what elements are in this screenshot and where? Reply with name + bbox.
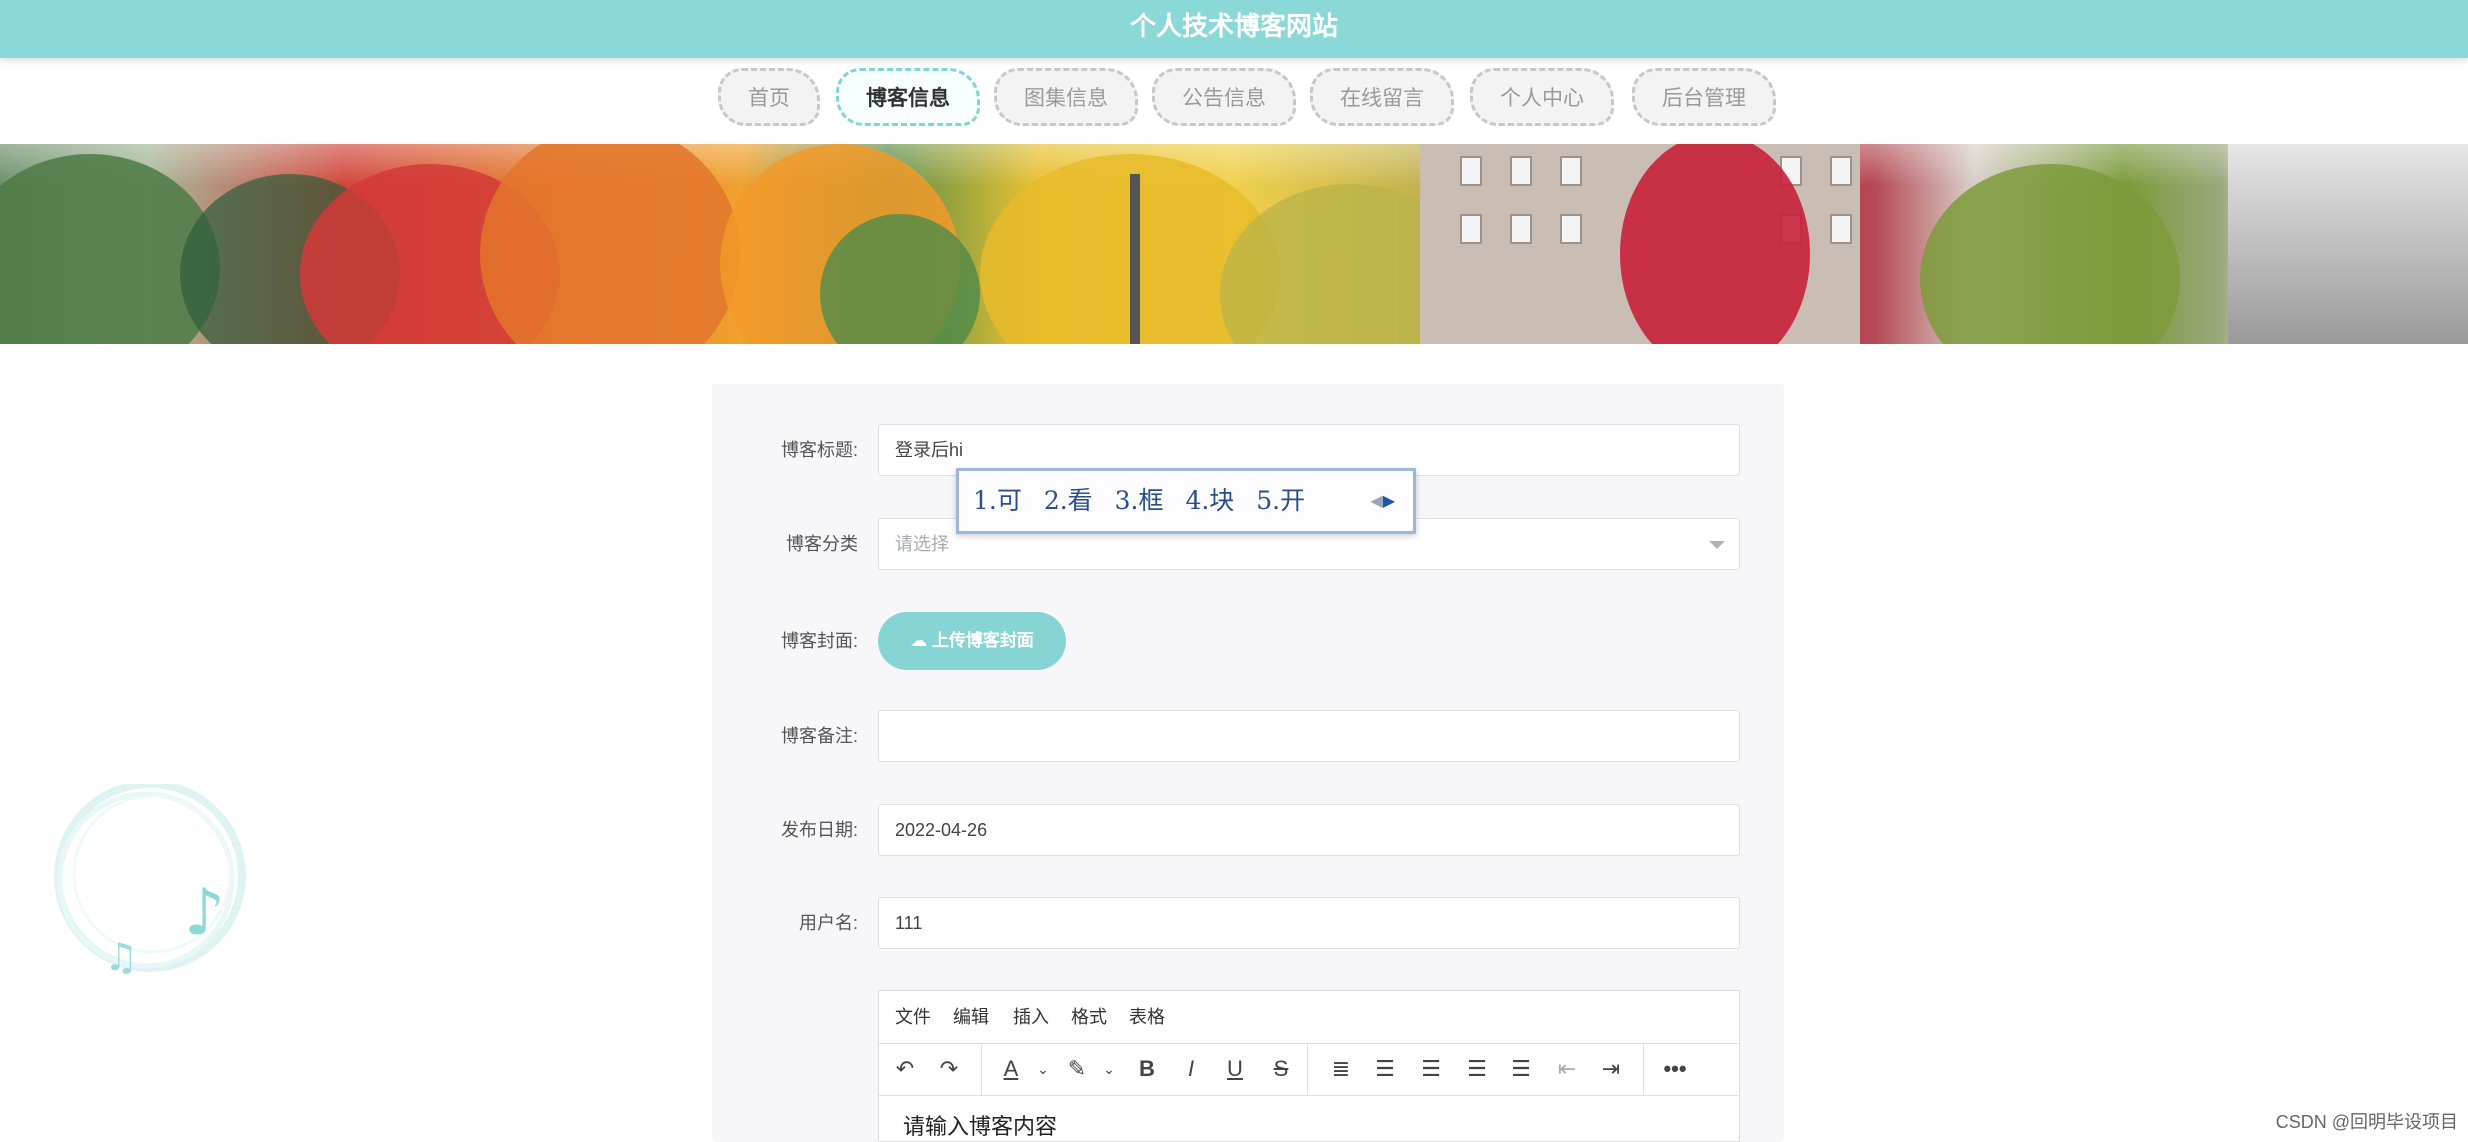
editor-menubar: 文件 编辑 插入 格式 表格 xyxy=(879,991,1739,1044)
rich-text-editor: 文件 编辑 插入 格式 表格 ↶ ↷ A ⌄ ✎ ⌄ B I U S ≣ ☰ ☰… xyxy=(878,990,1740,1142)
editor-toolbar: ↶ ↷ A ⌄ ✎ ⌄ B I U S ≣ ☰ ☰ ☰ ☰ ⇤ ⇥ ••• xyxy=(879,1043,1739,1096)
nav-online-message[interactable]: 在线留言 xyxy=(1310,68,1454,126)
ime-candidate[interactable]: 2.看 xyxy=(1044,486,1093,515)
nav-admin[interactable]: 后台管理 xyxy=(1632,68,1776,126)
strikethrough-icon[interactable]: S xyxy=(1263,1051,1299,1087)
menu-format[interactable]: 格式 xyxy=(1071,991,1107,1043)
cover-label: 博客封面: xyxy=(780,631,858,651)
indent-icon[interactable]: ⇥ xyxy=(1593,1051,1629,1087)
outdent-icon[interactable]: ⇤ xyxy=(1549,1051,1585,1087)
menu-file[interactable]: 文件 xyxy=(895,991,931,1043)
music-disc-icon: ♪ ♫ xyxy=(54,780,246,979)
nav-notice-info[interactable]: 公告信息 xyxy=(1152,68,1296,126)
upload-cover-label: 上传博客封面 xyxy=(931,631,1034,650)
font-color-icon[interactable]: A xyxy=(993,1051,1029,1087)
ime-page-arrows[interactable]: ◀▶ xyxy=(1370,471,1395,531)
caret-right-icon: ▶ xyxy=(1382,491,1395,510)
category-placeholder: 请选择 xyxy=(895,534,949,554)
site-header: 个人技术博客网站 xyxy=(0,0,2468,58)
ime-candidate[interactable]: 1.可 xyxy=(973,486,1022,515)
chevron-down-icon xyxy=(1709,541,1725,549)
nav-gallery-info[interactable]: 图集信息 xyxy=(994,68,1138,126)
upload-cover-button[interactable]: ☁ 上传博客封面 xyxy=(878,612,1066,670)
menu-edit[interactable]: 编辑 xyxy=(953,991,989,1043)
username-input[interactable]: 111 xyxy=(878,897,1740,949)
watermark: CSDN @回明毕设项目 xyxy=(2275,1112,2458,1132)
main-nav: 首页 博客信息 图集信息 公告信息 在线留言 个人中心 后台管理 xyxy=(0,66,2468,130)
editor-content[interactable]: 请输入博客内容 xyxy=(903,1109,1057,1141)
cloud-upload-icon: ☁ xyxy=(910,631,928,650)
align-left-icon[interactable]: ☰ xyxy=(1367,1051,1403,1087)
publish-date-input[interactable]: 2022-04-26 xyxy=(878,804,1740,856)
more-icon[interactable]: ••• xyxy=(1657,1051,1693,1087)
highlight-icon[interactable]: ✎ xyxy=(1059,1051,1095,1087)
chevron-down-icon[interactable]: ⌄ xyxy=(1091,1051,1127,1087)
ime-candidate-window: 1.可 2.看 3.框 4.块 5.开 ◀▶ xyxy=(956,468,1416,534)
underline-icon[interactable]: U xyxy=(1217,1051,1253,1087)
line-height-icon[interactable]: ≣ xyxy=(1323,1051,1359,1087)
title-label: 博客标题: xyxy=(780,440,858,460)
category-label: 博客分类 xyxy=(786,534,858,554)
username-label: 用户名: xyxy=(798,913,858,933)
ime-candidate[interactable]: 5.开 xyxy=(1256,486,1305,515)
redo-icon[interactable]: ↷ xyxy=(931,1051,967,1087)
ime-candidate[interactable]: 4.块 xyxy=(1185,486,1234,515)
align-right-icon[interactable]: ☰ xyxy=(1459,1051,1495,1087)
nav-home[interactable]: 首页 xyxy=(718,68,820,126)
site-title: 个人技术博客网站 xyxy=(1129,11,1338,41)
banner-image xyxy=(0,144,2468,344)
menu-insert[interactable]: 插入 xyxy=(1013,991,1049,1043)
remark-label: 博客备注: xyxy=(780,726,858,746)
music-notes-icon: ♫ xyxy=(104,935,138,979)
nav-blog-info[interactable]: 博客信息 xyxy=(836,68,980,126)
align-justify-icon[interactable]: ☰ xyxy=(1503,1051,1539,1087)
italic-icon[interactable]: I xyxy=(1173,1051,1209,1087)
menu-table[interactable]: 表格 xyxy=(1129,991,1165,1043)
bold-icon[interactable]: B xyxy=(1129,1051,1165,1087)
chevron-down-icon[interactable]: ⌄ xyxy=(1025,1051,1061,1087)
ime-candidate[interactable]: 3.框 xyxy=(1115,486,1164,515)
remark-input[interactable] xyxy=(878,710,1740,762)
align-center-icon[interactable]: ☰ xyxy=(1413,1051,1449,1087)
music-player-widget[interactable]: ♪ ♫ xyxy=(48,780,258,984)
caret-left-icon: ◀ xyxy=(1370,491,1383,510)
publish-date-label: 发布日期: xyxy=(780,820,858,840)
undo-icon[interactable]: ↶ xyxy=(887,1051,923,1087)
music-note-icon: ♪ xyxy=(184,876,225,950)
nav-personal-center[interactable]: 个人中心 xyxy=(1470,68,1614,126)
